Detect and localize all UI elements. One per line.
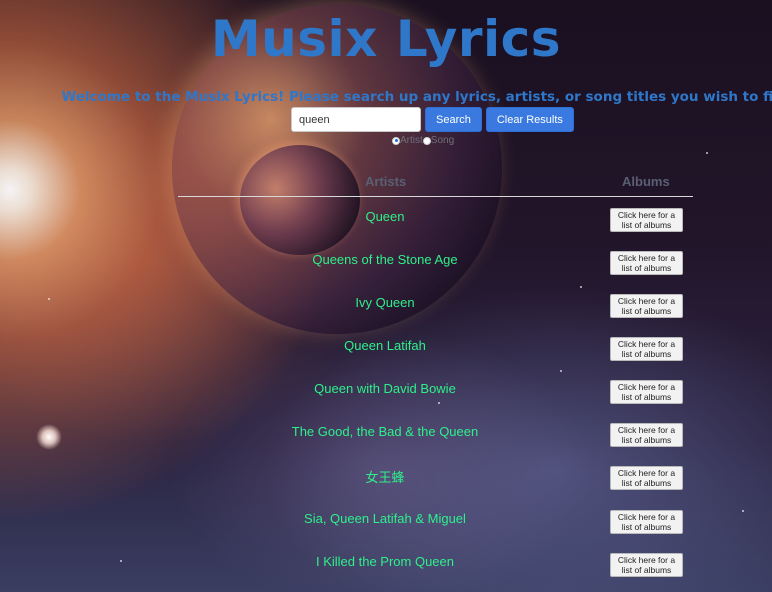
albums-button[interactable]: Click here for a list of albums xyxy=(610,208,683,232)
welcome-message: Welcome to the Musix Lyrics! Please sear… xyxy=(61,89,772,105)
albums-column-header: Albums xyxy=(622,174,670,189)
artists-column-header: Artists xyxy=(365,174,407,189)
clear-results-button[interactable]: Clear Results xyxy=(485,107,574,132)
artist-name: 女王蜂 xyxy=(365,470,405,485)
artist-name: Queens of the Stone Age xyxy=(312,252,458,267)
background-star xyxy=(560,370,562,372)
search-bar: Search Clear Results xyxy=(291,107,574,132)
radio-artist[interactable] xyxy=(392,136,400,145)
artist-name: Ivy Queen xyxy=(355,295,415,310)
radio-song-label: Song xyxy=(430,135,455,146)
background-star xyxy=(706,152,708,154)
search-type-options: Artist Song xyxy=(392,135,454,146)
radio-artist-label: Artist xyxy=(400,135,423,146)
albums-button[interactable]: Click here for a list of albums xyxy=(610,553,683,577)
table-row: Queen Latifah Click here for a list of a… xyxy=(0,337,772,368)
table-row: Ivy Queen Click here for a list of album… xyxy=(0,294,772,325)
artist-name: Sia, Queen Latifah & Miguel xyxy=(304,511,466,526)
search-button[interactable]: Search xyxy=(425,107,482,132)
radio-song[interactable] xyxy=(422,136,431,145)
table-row: Sia, Queen Latifah & Miguel Click here f… xyxy=(0,510,772,541)
table-row: I Killed the Prom Queen Click here for a… xyxy=(0,553,772,584)
header-divider xyxy=(178,196,693,197)
artist-name: Queen xyxy=(365,209,405,224)
albums-button[interactable]: Click here for a list of albums xyxy=(610,337,683,361)
artist-name: I Killed the Prom Queen xyxy=(315,554,455,569)
albums-button[interactable]: Click here for a list of albums xyxy=(610,380,683,404)
albums-button[interactable]: Click here for a list of albums xyxy=(610,251,683,275)
artist-name: Queen with David Bowie xyxy=(314,381,456,396)
table-row: Queen Click here for a list of albums xyxy=(0,208,772,239)
artist-name: Queen Latifah xyxy=(344,338,426,353)
albums-button[interactable]: Click here for a list of albums xyxy=(610,294,683,318)
table-row: 女王蜂 Click here for a list of albums xyxy=(0,466,772,497)
page-title: Musix Lyrics xyxy=(210,10,562,68)
background-star xyxy=(580,286,582,288)
table-row: The Good, the Bad & the Queen Click here… xyxy=(0,423,772,454)
artist-name: The Good, the Bad & the Queen xyxy=(291,424,479,439)
search-input[interactable] xyxy=(291,107,421,132)
albums-button[interactable]: Click here for a list of albums xyxy=(610,510,683,534)
albums-button[interactable]: Click here for a list of albums xyxy=(610,466,683,490)
table-row: Queen with David Bowie Click here for a … xyxy=(0,380,772,411)
albums-button[interactable]: Click here for a list of albums xyxy=(610,423,683,447)
table-row: Queens of the Stone Age Click here for a… xyxy=(0,251,772,282)
